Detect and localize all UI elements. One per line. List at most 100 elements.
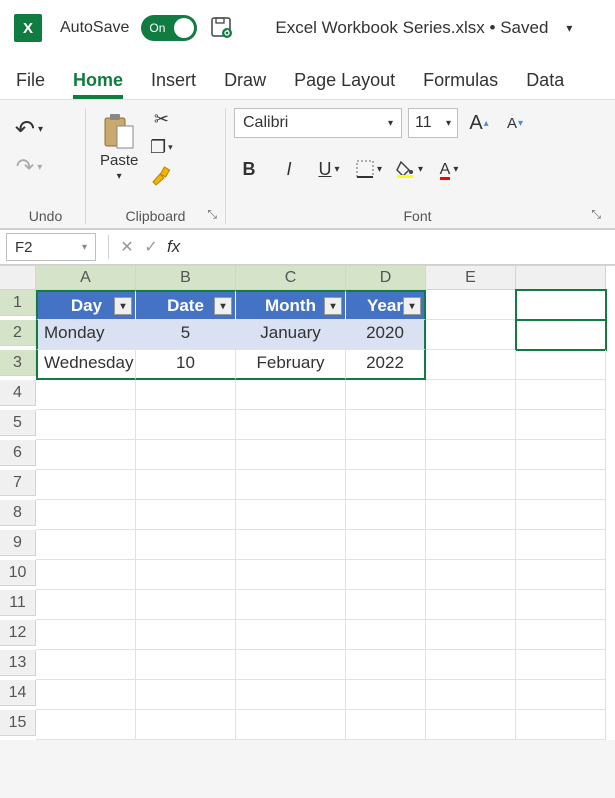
title-dropdown-icon[interactable]: ▾ — [566, 21, 572, 35]
row-header-15[interactable]: 15 — [0, 710, 36, 736]
row-header-9[interactable]: 9 — [0, 530, 36, 556]
tab-home[interactable]: Home — [73, 70, 123, 99]
table-cell[interactable]: 2022 — [346, 350, 426, 380]
cell-empty[interactable] — [136, 560, 236, 590]
save-icon[interactable] — [209, 15, 233, 42]
cell-empty[interactable] — [236, 380, 346, 410]
cell-empty[interactable] — [516, 500, 606, 530]
cell-empty[interactable] — [516, 470, 606, 500]
cell-empty[interactable] — [426, 620, 516, 650]
table-header-date[interactable]: Date▾ — [136, 290, 236, 320]
decrease-font-icon[interactable]: A▾ — [500, 108, 530, 138]
filter-icon[interactable]: ▾ — [114, 297, 132, 315]
cell-empty[interactable] — [516, 530, 606, 560]
cell-empty[interactable] — [346, 590, 426, 620]
cell-empty[interactable] — [346, 440, 426, 470]
formula-bar-input[interactable] — [180, 230, 615, 264]
row-header-7[interactable]: 7 — [0, 470, 36, 496]
row-header-14[interactable]: 14 — [0, 680, 36, 706]
spreadsheet-grid[interactable]: ABCDE1Day▾Date▾Month▾Year▾2Monday5Januar… — [0, 265, 615, 740]
select-all-corner[interactable] — [0, 266, 36, 290]
cell-empty[interactable] — [136, 380, 236, 410]
filter-icon[interactable]: ▾ — [214, 297, 232, 315]
cell-empty[interactable] — [516, 380, 606, 410]
tab-page-layout[interactable]: Page Layout — [294, 70, 395, 99]
table-header-month[interactable]: Month▾ — [236, 290, 346, 320]
cell-empty[interactable] — [36, 650, 136, 680]
cell-empty[interactable] — [516, 620, 606, 650]
cell-empty[interactable] — [346, 530, 426, 560]
cell-empty[interactable] — [36, 680, 136, 710]
cell-empty[interactable] — [236, 650, 346, 680]
tab-insert[interactable]: Insert — [151, 70, 196, 99]
row-header-1[interactable]: 1 — [0, 290, 36, 316]
font-size-select[interactable]: 11▾ — [408, 108, 458, 138]
cell-empty[interactable] — [136, 710, 236, 740]
cancel-formula-icon[interactable]: ✕ — [115, 237, 139, 257]
row-header-4[interactable]: 4 — [0, 380, 36, 406]
table-cell[interactable]: February — [236, 350, 346, 380]
cell-empty[interactable] — [136, 530, 236, 560]
cell-empty[interactable] — [426, 530, 516, 560]
row-header-11[interactable]: 11 — [0, 590, 36, 616]
row-header-13[interactable]: 13 — [0, 650, 36, 676]
borders-button[interactable]: ▾ — [354, 154, 384, 184]
autosave-toggle[interactable]: On — [141, 15, 197, 41]
column-header-B[interactable]: B — [136, 266, 236, 290]
cell-empty[interactable] — [236, 680, 346, 710]
cell-empty[interactable] — [516, 680, 606, 710]
cell-empty[interactable] — [516, 590, 606, 620]
table-cell[interactable]: January — [236, 320, 346, 350]
cell-empty[interactable] — [346, 560, 426, 590]
redo-button[interactable]: ↷▾ — [14, 152, 44, 182]
name-box[interactable]: F2▾ — [6, 233, 96, 261]
cell-empty[interactable] — [516, 650, 606, 680]
fx-icon[interactable]: fx — [167, 237, 180, 257]
fill-color-button[interactable]: ▾ — [394, 154, 424, 184]
filter-icon[interactable]: ▾ — [324, 297, 342, 315]
cell-empty[interactable] — [426, 650, 516, 680]
cell-empty[interactable] — [236, 410, 346, 440]
bold-button[interactable]: B — [234, 154, 264, 184]
cell-empty[interactable] — [36, 530, 136, 560]
cell-empty[interactable] — [426, 500, 516, 530]
cell-empty[interactable] — [236, 530, 346, 560]
cell-empty[interactable] — [236, 470, 346, 500]
undo-button[interactable]: ↶▾ — [14, 114, 44, 144]
cell-empty[interactable] — [236, 560, 346, 590]
paste-button[interactable]: Paste ▾ — [94, 108, 144, 186]
cell-empty[interactable] — [36, 470, 136, 500]
cell-empty[interactable] — [516, 410, 606, 440]
cell-empty[interactable] — [426, 590, 516, 620]
cell-E3[interactable] — [426, 350, 516, 380]
table-header-day[interactable]: Day▾ — [36, 290, 136, 320]
cell-empty[interactable] — [36, 440, 136, 470]
cell-F3[interactable] — [516, 350, 606, 380]
cell-empty[interactable] — [426, 710, 516, 740]
cell-empty[interactable] — [516, 560, 606, 590]
table-cell[interactable]: Monday — [36, 320, 136, 350]
table-cell[interactable]: 2020 — [346, 320, 426, 350]
cell-empty[interactable] — [516, 710, 606, 740]
cell-empty[interactable] — [346, 470, 426, 500]
tab-data[interactable]: Data — [526, 70, 564, 99]
clipboard-launcher-icon[interactable]: ⤡ — [207, 207, 217, 222]
cell-empty[interactable] — [426, 680, 516, 710]
cell-empty[interactable] — [236, 500, 346, 530]
cell-empty[interactable] — [36, 380, 136, 410]
font-name-select[interactable]: Calibri▾ — [234, 108, 402, 138]
cell-empty[interactable] — [426, 410, 516, 440]
table-cell[interactable]: 5 — [136, 320, 236, 350]
cell-empty[interactable] — [36, 500, 136, 530]
cell-empty[interactable] — [236, 590, 346, 620]
column-header-A[interactable]: A — [36, 266, 136, 290]
cell-empty[interactable] — [346, 500, 426, 530]
table-cell[interactable]: 10 — [136, 350, 236, 380]
cell-empty[interactable] — [136, 440, 236, 470]
cell-empty[interactable] — [346, 650, 426, 680]
cell-empty[interactable] — [426, 560, 516, 590]
cell-E2[interactable] — [426, 320, 516, 350]
row-header-3[interactable]: 3 — [0, 350, 36, 376]
cell-empty[interactable] — [346, 620, 426, 650]
column-header-E[interactable]: E — [426, 266, 516, 290]
